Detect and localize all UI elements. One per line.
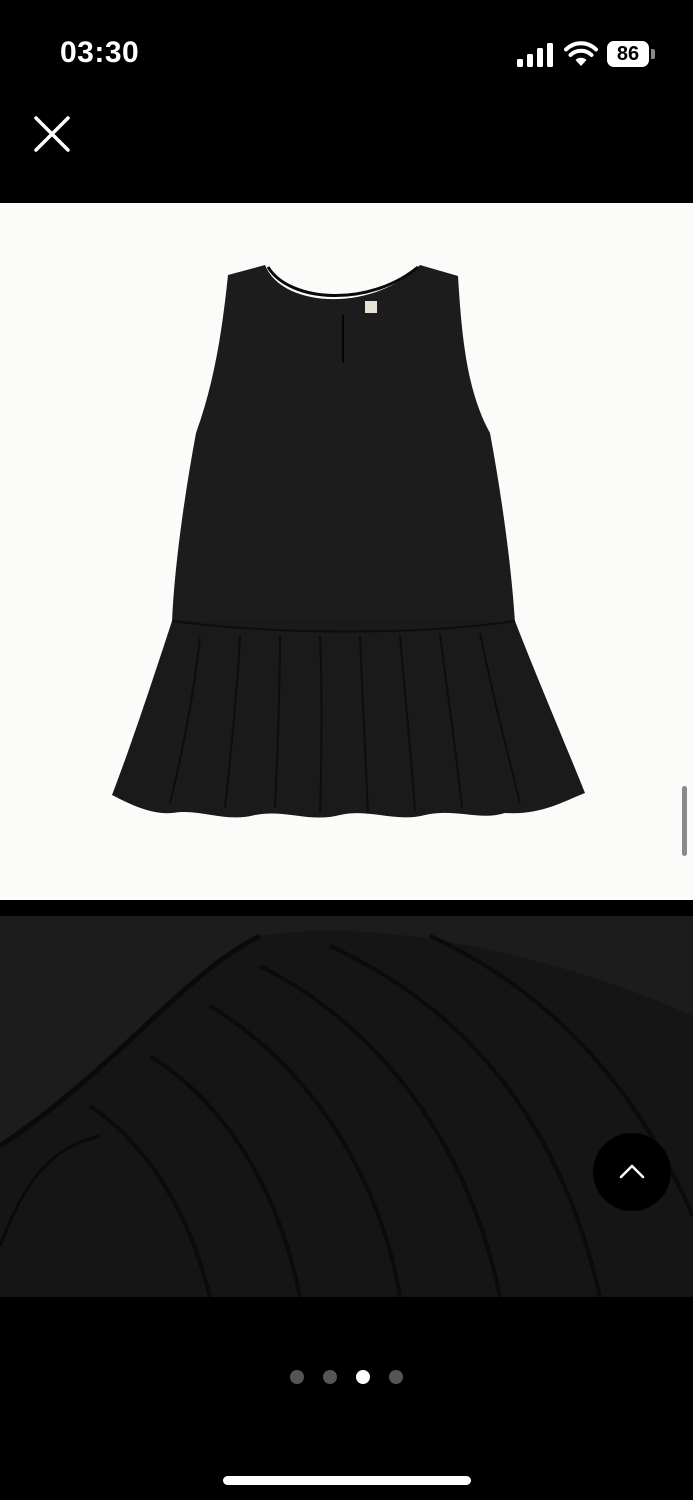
signal-icon [517,43,553,67]
pagination-dots [290,1370,410,1384]
fabric-detail-illustration [0,916,693,1297]
close-button[interactable] [30,112,74,156]
scroll-to-top-button[interactable] [593,1133,671,1211]
chevron-up-icon [619,1164,645,1179]
status-time: 03:30 [60,36,140,69]
wifi-icon [564,41,598,66]
page-dot-4[interactable] [389,1370,403,1384]
page-dot-2[interactable] [323,1370,337,1384]
dress-illustration [112,265,585,818]
battery-level: 86 [616,43,640,65]
close-icon [34,116,70,152]
page-dot-3-active[interactable] [356,1370,370,1384]
status-bar: 03:30 86 [0,0,693,100]
page-dot-1[interactable] [290,1370,304,1384]
battery-cap [651,49,655,59]
product-image-detail[interactable] [0,916,693,1297]
product-image-full[interactable] [0,203,693,900]
battery-icon: 86 [607,41,657,67]
scroll-indicator[interactable] [682,786,687,856]
home-indicator[interactable] [223,1476,471,1485]
